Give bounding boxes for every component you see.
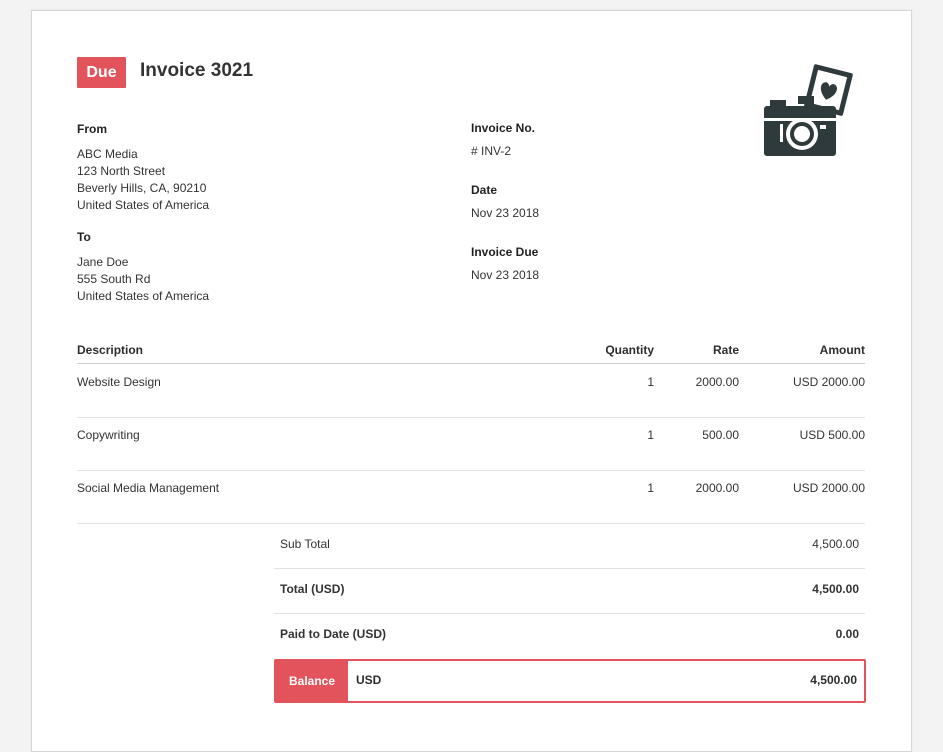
item-description: Copywriting — [77, 428, 140, 442]
subtotal-row: Sub Total 4,500.00 — [274, 523, 865, 569]
table-row: Copywriting 1 500.00 USD 500.00 — [77, 417, 865, 471]
item-amount: USD 2000.00 — [792, 375, 865, 389]
item-rate: 2000.00 — [695, 481, 739, 495]
item-quantity: 1 — [647, 428, 654, 442]
item-amount: USD 2000.00 — [792, 481, 865, 495]
due-label: Invoice Due — [471, 245, 539, 259]
balance-box: Balance USD 4,500.00 — [274, 659, 866, 703]
total-row: Total (USD) 4,500.00 — [274, 568, 865, 614]
from-line: Beverly Hills, CA, 90210 — [77, 181, 207, 195]
header-description: Description — [77, 343, 144, 357]
table-row: Social Media Management 1 2000.00 USD 20… — [77, 470, 865, 524]
to-line: 555 South Rd — [77, 272, 151, 286]
item-quantity: 1 — [647, 375, 654, 389]
to-label: To — [77, 230, 91, 244]
invoice-no-label: Invoice No. — [471, 121, 536, 135]
due-value: Nov 23 2018 — [471, 268, 540, 282]
paid-label: Paid to Date (USD) — [280, 627, 387, 641]
invoice-sheet: Due Invoice 3021 From ABC Media 123 Nort… — [31, 10, 912, 752]
to-line: Jane Doe — [77, 255, 129, 269]
camera-heart-photo-icon — [762, 64, 856, 158]
item-rate: 500.00 — [702, 428, 739, 442]
page-title: Invoice 3021 — [140, 60, 254, 81]
date-value: Nov 23 2018 — [471, 206, 540, 220]
item-description: Social Media Management — [77, 481, 220, 495]
header-quantity: Quantity — [605, 343, 654, 357]
status-badge: Due — [77, 57, 126, 88]
header-amount: Amount — [819, 343, 865, 357]
from-address: ABC Media 123 North Street Beverly Hills… — [77, 146, 209, 214]
balance-amount: 4,500.00 — [810, 673, 857, 687]
item-description: Website Design — [77, 375, 161, 389]
table-row: Website Design 1 2000.00 USD 2000.00 — [77, 364, 865, 418]
total-value: 4,500.00 — [812, 582, 859, 596]
to-address: Jane Doe 555 South Rd United States of A… — [77, 254, 209, 305]
header-rate: Rate — [712, 343, 739, 357]
subtotal-label: Sub Total — [280, 537, 330, 551]
from-line: ABC Media — [77, 147, 138, 161]
balance-currency: USD — [356, 673, 382, 687]
balance-label: Balance — [276, 661, 348, 701]
item-quantity: 1 — [647, 481, 654, 495]
from-line: United States of America — [77, 198, 210, 212]
paid-to-date-row: Paid to Date (USD) 0.00 — [274, 613, 865, 658]
subtotal-value: 4,500.00 — [812, 537, 859, 551]
items-table-header: Description Quantity Rate Amount — [77, 341, 865, 364]
item-rate: 2000.00 — [695, 375, 739, 389]
from-label: From — [77, 122, 107, 136]
from-line: 123 North Street — [77, 164, 166, 178]
to-line: United States of America — [77, 289, 210, 303]
invoice-no-value: # INV-2 — [471, 144, 512, 158]
item-amount: USD 500.00 — [799, 428, 865, 442]
date-label: Date — [471, 183, 498, 197]
total-label: Total (USD) — [280, 582, 345, 596]
paid-value: 0.00 — [835, 627, 859, 641]
